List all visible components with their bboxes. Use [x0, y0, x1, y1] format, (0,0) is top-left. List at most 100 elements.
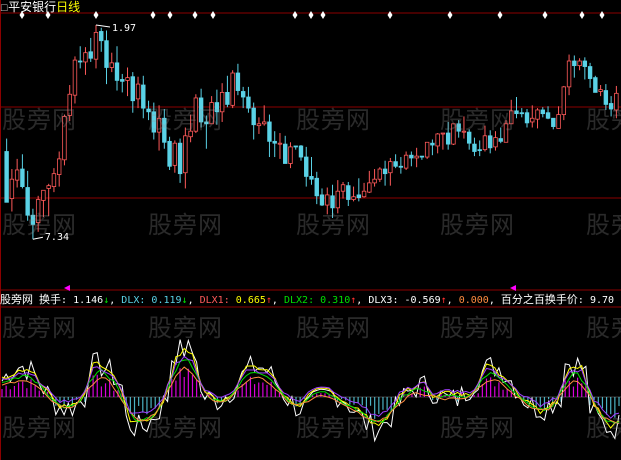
signal-diamond-icon — [447, 11, 453, 19]
candle-body — [530, 117, 535, 123]
signal-diamond-icon — [93, 11, 99, 19]
candle-body — [482, 135, 488, 151]
candle-body — [598, 89, 603, 92]
candle-body — [277, 142, 283, 145]
watermark: 股旁网 — [296, 211, 371, 239]
candle-body — [177, 142, 183, 175]
watermark: 股旁网 — [586, 314, 621, 342]
signal-diamond-icon — [579, 11, 585, 19]
dlx2-value: 0.310 — [320, 295, 351, 306]
candle-body — [109, 62, 114, 68]
candle-body — [240, 91, 246, 98]
candle-body — [88, 51, 93, 59]
candle-body — [398, 165, 404, 168]
turnover-label: 换手 — [39, 293, 62, 306]
candle-body — [246, 96, 251, 109]
candle-body — [51, 173, 57, 187]
dlx1-label: DLX1 — [199, 295, 224, 306]
candle-body — [340, 184, 346, 192]
signal-diamond-icon — [599, 11, 605, 19]
candle-body — [477, 149, 482, 152]
candle-body — [403, 154, 409, 169]
candle-body — [393, 161, 398, 167]
dlx3-value: -0.569 — [404, 295, 441, 306]
candle-body — [424, 141, 430, 158]
candle-body — [582, 60, 588, 67]
candle-body — [4, 151, 9, 203]
high-price-label: 1.97 — [112, 23, 136, 34]
candle-body — [493, 137, 498, 148]
indicator-source: 股旁网 — [0, 293, 33, 306]
signal-diamond-icon — [497, 11, 503, 19]
period-label: 日线 — [56, 0, 81, 14]
candle-body — [114, 62, 120, 81]
candle-body — [125, 77, 130, 81]
candle-body — [141, 84, 146, 109]
candle-body — [183, 135, 188, 174]
candle-body — [535, 109, 540, 120]
watermark: 股旁网 — [586, 414, 621, 442]
candle-body — [377, 168, 383, 180]
candle-body — [556, 114, 561, 129]
candle-body — [167, 140, 172, 167]
candle-body — [309, 176, 314, 180]
candle-body — [409, 154, 414, 159]
candle-body — [514, 110, 519, 115]
signal-diamonds — [19, 11, 605, 19]
watermark: 股旁网 — [148, 211, 223, 239]
watermark: 股旁网 — [440, 211, 515, 239]
watermark: 股旁网 — [2, 211, 77, 239]
watermark: 股旁网 — [2, 106, 77, 134]
candle-body — [130, 76, 135, 102]
candle-body — [93, 31, 99, 60]
candle-body — [361, 190, 367, 198]
candle-body — [419, 155, 425, 158]
candle-body — [99, 31, 104, 42]
pct-value: 9.70 — [589, 295, 615, 306]
candle-body — [20, 168, 25, 187]
candle-body — [104, 40, 109, 68]
watermark: 股旁网 — [440, 314, 515, 342]
candle-body — [267, 121, 272, 142]
candle-body — [388, 161, 393, 174]
signal-diamond-icon — [542, 11, 548, 19]
candle-body — [298, 145, 304, 158]
indicator-bar: 股旁网 换手: 1.146↓, DLX: 0.119↓, DLX1: 0.665… — [0, 293, 615, 306]
candle-body — [14, 169, 20, 181]
candle-body — [572, 60, 577, 67]
candle-body — [283, 143, 288, 164]
candle-body — [351, 196, 356, 200]
candle-body — [367, 182, 372, 193]
candle-body — [545, 112, 551, 119]
signal-diamond-icon — [292, 11, 298, 19]
candle-body — [356, 194, 362, 199]
watermark: 股旁网 — [296, 414, 371, 442]
candle-body — [251, 107, 256, 126]
candle-body — [256, 123, 262, 127]
signal-diamond-icon — [320, 11, 326, 19]
dlx-label: DLX — [121, 295, 140, 306]
candle-body — [56, 158, 62, 175]
signal-diamond-icon — [387, 11, 393, 19]
signal-diamond-icon — [192, 11, 198, 19]
candle-body — [314, 177, 319, 197]
candle-body — [230, 72, 235, 106]
dlx-value: 0.119 — [151, 295, 182, 306]
candle-body — [346, 185, 351, 200]
candle-body — [9, 178, 15, 199]
signal-diamond-icon — [150, 11, 156, 19]
candle-body — [488, 135, 493, 149]
candle-body — [46, 185, 51, 189]
signal-diamond-icon — [167, 11, 173, 19]
signal-diamond-icon — [210, 11, 216, 19]
candle-body — [414, 155, 419, 159]
watermark: 股旁网 — [296, 106, 371, 134]
dlx3-label: DLX3 — [368, 295, 393, 306]
candle-body — [325, 194, 330, 206]
candle-body — [288, 146, 293, 164]
candle-body — [235, 72, 241, 91]
candle-body — [519, 112, 524, 115]
candle-body — [72, 59, 78, 96]
candle-body — [524, 112, 530, 124]
candle-body — [225, 92, 230, 105]
